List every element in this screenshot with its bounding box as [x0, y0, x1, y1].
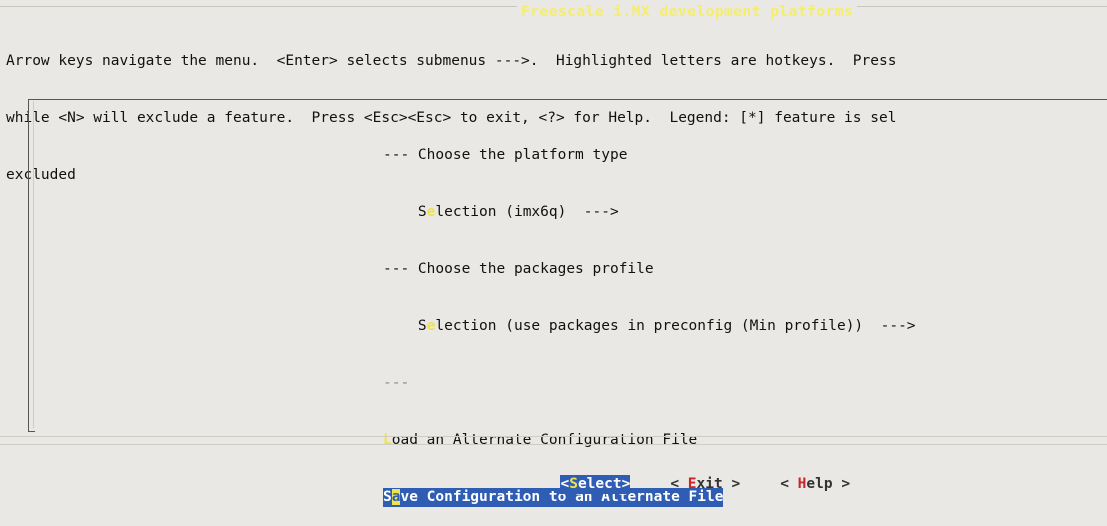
menu-comment-platform-type: --- Choose the platform type — [383, 147, 628, 163]
button-bar: <Select> < Exit > < Help > — [543, 456, 850, 494]
menu-item-load-config[interactable]: Load an Alternate Configuration File — [383, 431, 916, 450]
exit-button[interactable]: < Exit > — [670, 475, 740, 494]
menu-item-platform-selection[interactable]: Selection (imx6q) ---> — [383, 203, 916, 222]
button-bar-divider-top — [0, 436, 1107, 437]
help-line-1: Arrow keys navigate the menu. <Enter> se… — [6, 53, 897, 69]
hotkey-letter: L — [383, 432, 392, 448]
menu-item-packages-selection[interactable]: Selection (use packages in preconfig (Mi… — [383, 317, 916, 336]
menu-separator: --- — [383, 375, 410, 391]
help-button[interactable]: < Help > — [780, 475, 850, 494]
select-button[interactable]: <Select> — [560, 475, 631, 494]
hotkey-letter: a — [391, 489, 401, 505]
title-rule: Freescale i.MX development platforms — [0, 4, 1107, 20]
button-bar-divider-bottom — [0, 444, 1107, 445]
menu-comment-packages-profile: --- Choose the packages profile — [383, 261, 654, 277]
menu-box-corner — [28, 424, 35, 432]
